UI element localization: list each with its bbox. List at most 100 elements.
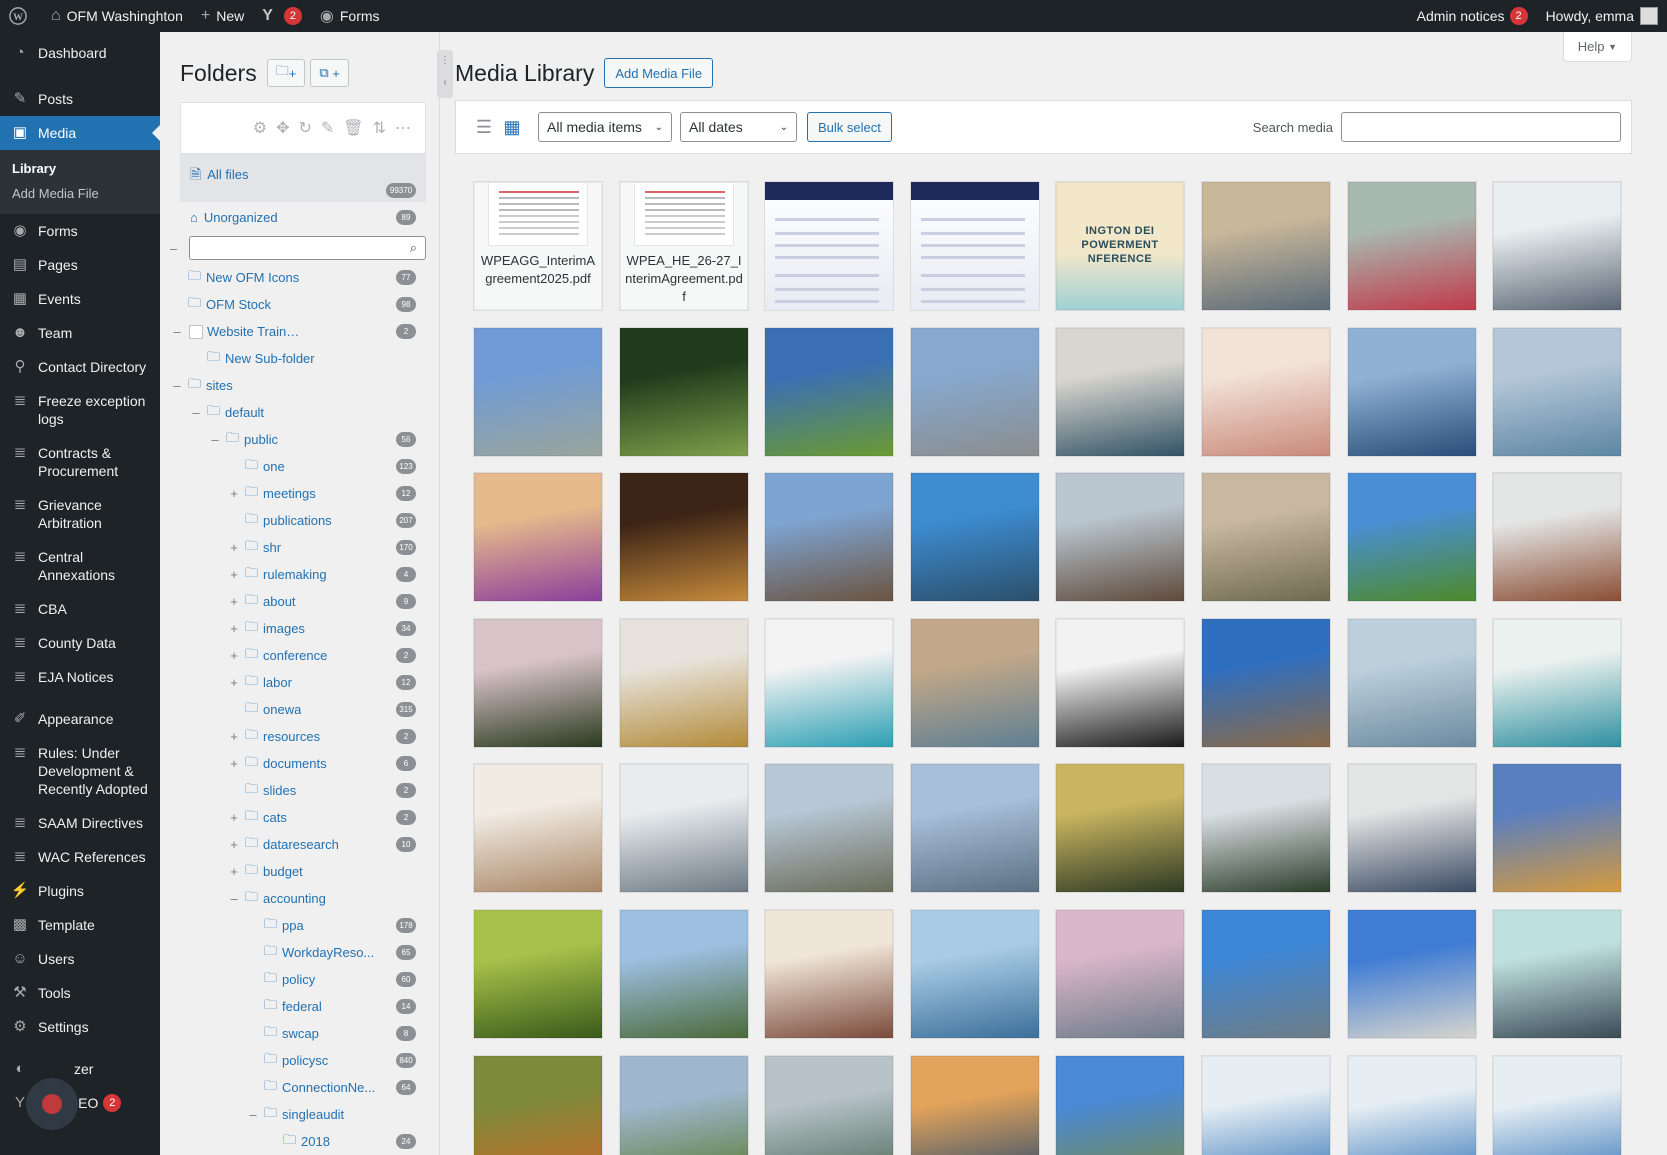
media-attachment[interactable] [910, 1055, 1040, 1155]
folder-item[interactable]: – 🗀 accounting [160, 885, 426, 912]
menu-saam[interactable]: ≣ SAAM Directives [0, 806, 160, 840]
media-attachment[interactable] [619, 1055, 749, 1155]
media-attachment[interactable] [619, 472, 749, 602]
settings-icon[interactable]: ⚙ [253, 118, 267, 138]
media-attachment[interactable] [910, 763, 1040, 893]
media-attachment[interactable] [764, 909, 894, 1039]
folder-item[interactable]: 🗀 federal 14 [160, 993, 426, 1020]
folder-item[interactable]: + 🗀 cats 2 [160, 804, 426, 831]
all-files-item[interactable]: 🗎 All files 99370 [180, 154, 426, 202]
grid-view-icon[interactable]: ▦ [502, 117, 522, 138]
submenu-add-media[interactable]: Add Media File [0, 181, 160, 206]
folder-item[interactable]: 🗀 ppa 178 [160, 912, 426, 939]
date-filter[interactable]: All dates ⌄ [680, 112, 797, 142]
menu-item-partial-1[interactable]: ◐ zer [0, 1052, 160, 1086]
menu-freeze-exception[interactable]: ≣ Freeze exception logs [0, 384, 160, 436]
media-attachment[interactable] [1201, 472, 1331, 602]
menu-pages[interactable]: ▤ Pages [0, 248, 160, 282]
media-attachment[interactable] [910, 909, 1040, 1039]
folder-item[interactable]: 🗀 New Sub-folder [160, 345, 426, 372]
media-attachment[interactable] [764, 618, 894, 748]
media-attachment[interactable] [1347, 618, 1477, 748]
media-attachment[interactable] [1347, 763, 1477, 893]
media-attachment[interactable] [619, 618, 749, 748]
media-attachment[interactable]: INGTON DEI POWERMENT NFERENCE [1055, 181, 1185, 311]
folder-item[interactable]: 🗀 one 123 [160, 453, 426, 480]
media-attachment[interactable] [473, 618, 603, 748]
folder-item[interactable]: + 🗀 conference 2 [160, 642, 426, 669]
forms-link[interactable]: ◉ Forms [311, 0, 389, 32]
expand-toggle[interactable]: + [227, 540, 241, 555]
help-tab[interactable]: Help ▼ [1562, 32, 1632, 62]
media-attachment[interactable] [1347, 1055, 1477, 1155]
media-attachment[interactable] [910, 181, 1040, 311]
media-attachment[interactable] [1347, 909, 1477, 1039]
new-subfolder-button[interactable]: ⧉ + [310, 59, 349, 87]
expand-toggle[interactable]: + [227, 621, 241, 636]
menu-settings[interactable]: ⚙ Settings [0, 1010, 160, 1044]
expand-toggle[interactable]: + [227, 729, 241, 744]
expand-toggle[interactable]: + [227, 486, 241, 501]
media-attachment[interactable] [473, 472, 603, 602]
media-attachment[interactable] [1492, 327, 1622, 457]
folder-item[interactable]: + 🗀 labor 12 [160, 669, 426, 696]
folder-item[interactable]: 🗀 slides 2 [160, 777, 426, 804]
media-attachment[interactable] [1201, 181, 1331, 311]
admin-notices-link[interactable]: Admin notices 2 [1408, 0, 1537, 32]
media-attachment[interactable] [1055, 327, 1185, 457]
media-attachment[interactable] [1055, 618, 1185, 748]
expand-toggle[interactable]: + [227, 864, 241, 879]
bulk-select-button[interactable]: Bulk select [807, 112, 892, 142]
wordpress-logo[interactable]: W [0, 0, 42, 32]
folder-item[interactable]: + 🗀 budget [160, 858, 426, 885]
folder-item[interactable]: – 🗀 default [160, 399, 426, 426]
collapse-toggle[interactable]: – [189, 405, 203, 420]
search-media-input[interactable] [1341, 112, 1621, 142]
media-attachment[interactable] [1347, 327, 1477, 457]
folder-item[interactable]: 🗀 policysc 840 [160, 1047, 426, 1074]
expand-toggle[interactable]: + [227, 810, 241, 825]
expand-toggle[interactable]: + [227, 837, 241, 852]
edit-icon[interactable]: ✎ [321, 118, 334, 138]
account-menu[interactable]: Howdy, emma [1537, 0, 1667, 32]
sort-icon[interactable]: ⇅ [373, 118, 386, 138]
media-attachment[interactable]: WPEAGG_InterimAgreement2025.pdf [473, 181, 603, 311]
media-attachment[interactable] [473, 909, 603, 1039]
folder-item[interactable]: – 🗀 singleaudit [160, 1101, 426, 1128]
media-attachment[interactable] [1055, 1055, 1185, 1155]
media-attachment[interactable] [473, 763, 603, 893]
folder-item[interactable]: 🗀 publications 207 [160, 507, 426, 534]
menu-forms[interactable]: ◉ Forms [0, 214, 160, 248]
yoast-seo-link[interactable]: Y2 [253, 0, 311, 32]
media-attachment[interactable] [1347, 181, 1477, 311]
media-attachment[interactable] [910, 327, 1040, 457]
menu-contact-directory[interactable]: ⚲ Contact Directory [0, 350, 160, 384]
folder-item[interactable]: 🗀 2018 24 [160, 1128, 426, 1155]
media-attachment[interactable] [764, 1055, 894, 1155]
media-attachment[interactable] [1492, 1055, 1622, 1155]
list-view-icon[interactable]: ☰ [474, 117, 494, 138]
folder-item[interactable]: 🗀 policy 60 [160, 966, 426, 993]
folder-item[interactable]: + 🗀 meetings 12 [160, 480, 426, 507]
menu-county-data[interactable]: ≣ County Data [0, 626, 160, 660]
folder-item[interactable]: 🗀 swcap 8 [160, 1020, 426, 1047]
collapse-toggle[interactable]: – [227, 891, 241, 906]
site-name-link[interactable]: ⌂ OFM Washinghton [42, 0, 192, 32]
menu-dashboard[interactable]: ◔ Dashboard [0, 32, 160, 74]
media-attachment[interactable] [1055, 472, 1185, 602]
menu-plugins[interactable]: ⚡ Plugins [0, 874, 160, 908]
folder-item[interactable]: + 🗀 rulemaking 4 [160, 561, 426, 588]
menu-template[interactable]: ▩ Template [0, 908, 160, 942]
media-attachment[interactable] [910, 618, 1040, 748]
media-attachment[interactable] [1201, 327, 1331, 457]
folder-item[interactable]: + 🗀 resources 2 [160, 723, 426, 750]
menu-media[interactable]: ▣ Media [0, 116, 160, 150]
new-content-link[interactable]: + New [192, 0, 253, 32]
expand-toggle[interactable]: + [227, 648, 241, 663]
media-attachment[interactable] [764, 327, 894, 457]
media-attachment[interactable] [1347, 472, 1477, 602]
media-attachment[interactable] [764, 181, 894, 311]
media-attachment[interactable] [1201, 909, 1331, 1039]
media-attachment[interactable] [1055, 909, 1185, 1039]
folder-item[interactable]: – Website Training 2 [160, 318, 426, 345]
